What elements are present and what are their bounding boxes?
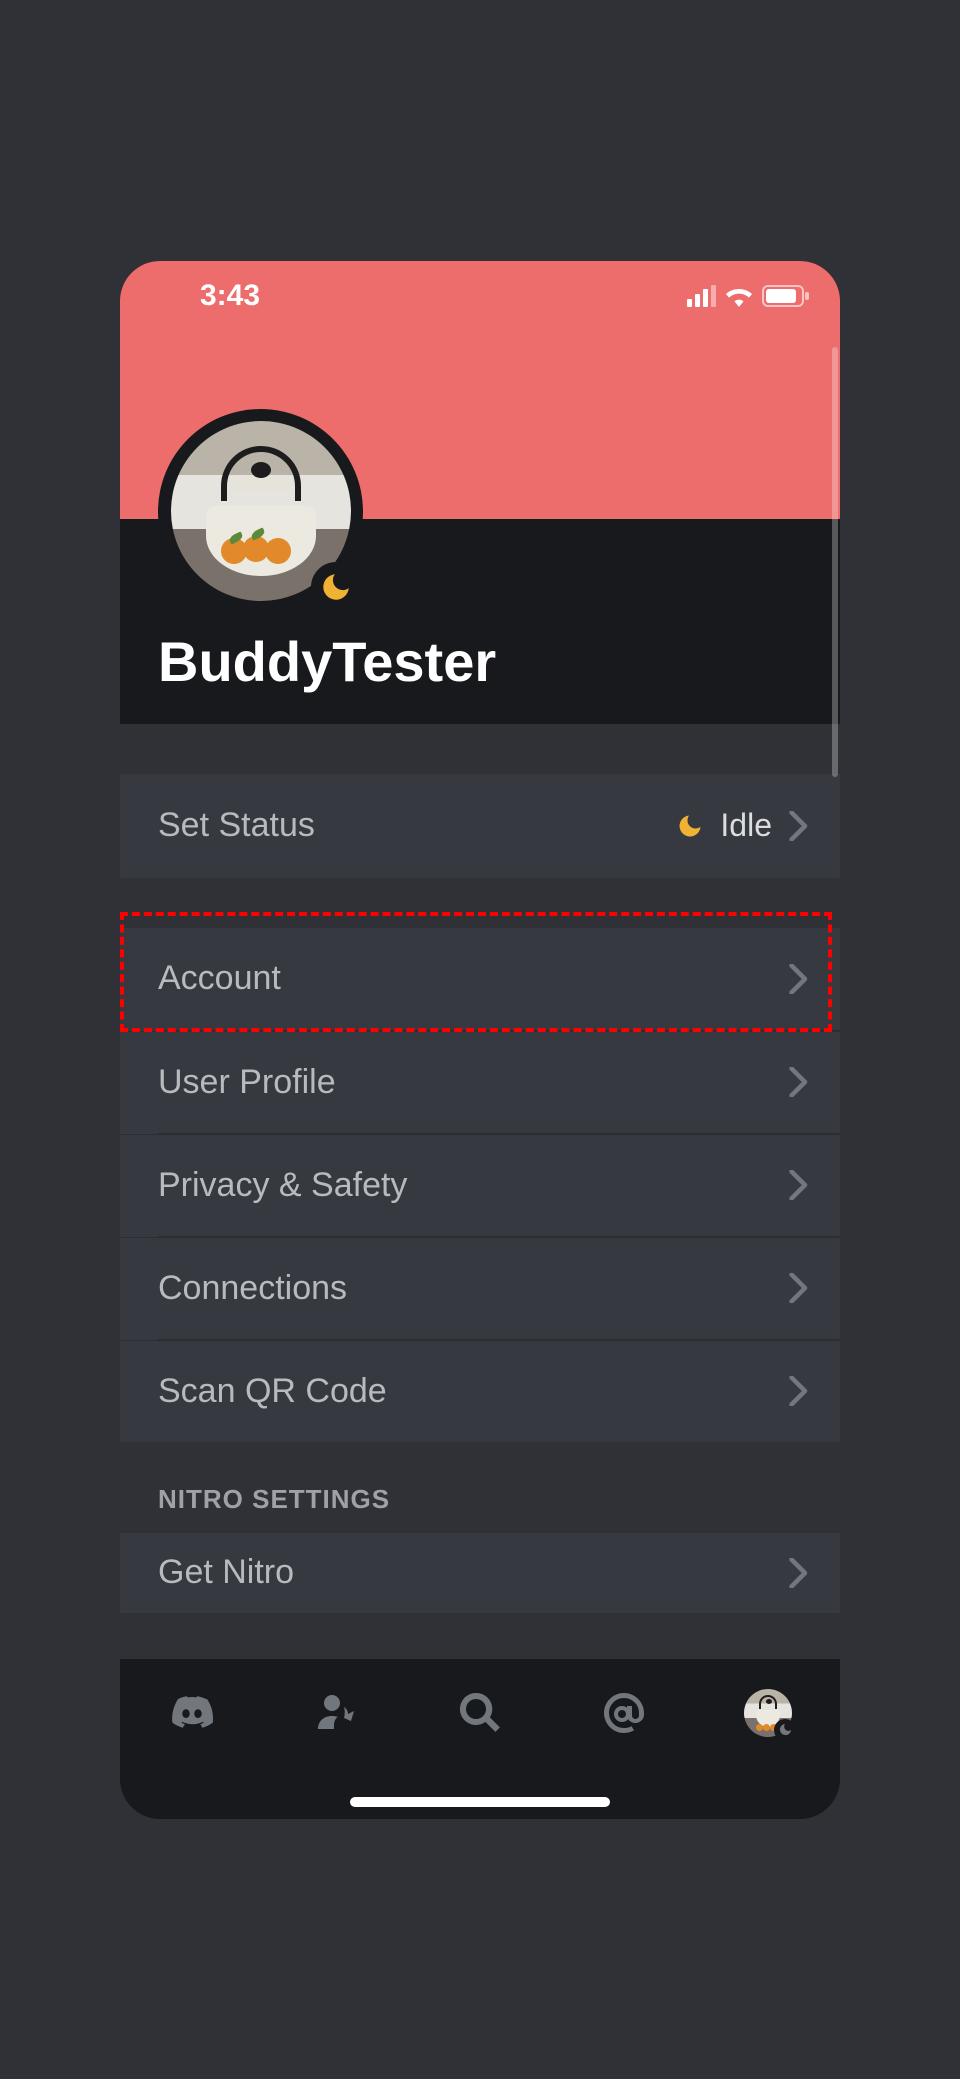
row-scan-qr[interactable]: Scan QR Code <box>120 1340 840 1442</box>
section-gap <box>120 724 840 774</box>
discord-logo-icon <box>168 1689 216 1737</box>
section-title-nitro: Nitro Settings <box>120 1442 840 1533</box>
tab-mentions[interactable] <box>594 1683 654 1743</box>
friends-icon <box>312 1689 360 1737</box>
idle-moon-icon <box>319 570 353 604</box>
row-label: Set Status <box>158 806 315 845</box>
row-label: Connections <box>158 1269 347 1308</box>
mentions-icon <box>600 1689 648 1737</box>
avatar[interactable] <box>158 409 363 614</box>
row-account[interactable]: Account <box>120 928 840 1030</box>
row-connections[interactable]: Connections <box>120 1237 840 1339</box>
row-label: User Profile <box>158 1063 336 1102</box>
tab-friends[interactable] <box>306 1683 366 1743</box>
chevron-right-icon <box>788 1376 810 1406</box>
row-privacy-safety[interactable]: Privacy & Safety <box>120 1134 840 1236</box>
tab-profile[interactable] <box>738 1683 798 1743</box>
status-bar: 3:43 <box>120 261 840 331</box>
row-label: Privacy & Safety <box>158 1166 407 1205</box>
chevron-right-icon <box>788 964 810 994</box>
wifi-icon <box>724 285 754 307</box>
chevron-right-icon <box>788 1273 810 1303</box>
section-gap <box>120 878 840 928</box>
row-label: Get Nitro <box>158 1553 294 1592</box>
battery-icon <box>762 285 810 307</box>
chevron-right-icon <box>788 1067 810 1097</box>
chevron-right-icon <box>788 1170 810 1200</box>
status-indicator-idle <box>311 562 361 612</box>
scroll-indicator[interactable] <box>832 347 838 777</box>
home-indicator <box>350 1797 610 1807</box>
row-set-status[interactable]: Set Status Idle <box>120 774 840 878</box>
chevron-right-icon <box>788 811 810 841</box>
status-value: Idle <box>720 807 772 844</box>
status-time: 3:43 <box>200 279 260 313</box>
row-user-profile[interactable]: User Profile <box>120 1031 840 1133</box>
search-icon <box>456 1689 504 1737</box>
status-indicator-idle <box>774 1719 796 1741</box>
idle-moon-icon <box>676 812 704 840</box>
idle-moon-icon <box>778 1722 793 1737</box>
row-get-nitro[interactable]: Get Nitro <box>120 1533 840 1613</box>
chevron-right-icon <box>788 1558 810 1588</box>
cellular-signal-icon <box>687 285 716 307</box>
tab-search[interactable] <box>450 1683 510 1743</box>
row-label: Account <box>158 959 281 998</box>
row-label: Scan QR Code <box>158 1372 387 1411</box>
profile-header: BuddyTester <box>120 519 840 724</box>
tab-home[interactable] <box>162 1683 222 1743</box>
tab-bar <box>120 1659 840 1819</box>
